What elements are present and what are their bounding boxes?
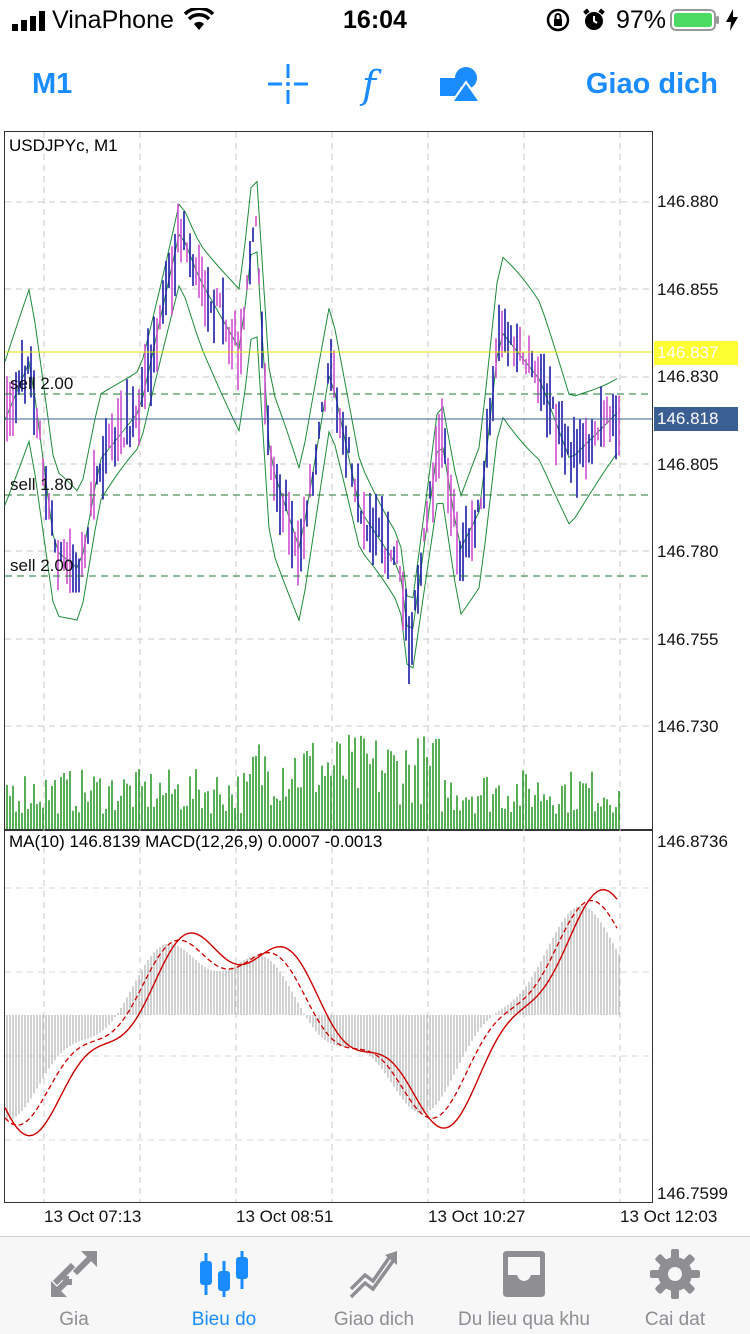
time-axis-label: 13 Oct 10:27 <box>428 1207 526 1226</box>
timeframe-button[interactable]: M1 <box>32 68 72 101</box>
chart-area[interactable]: USDJPYc, M1 146.880 146.855 146.830 146.… <box>0 130 750 1235</box>
quotes-arrows-icon <box>50 1250 98 1298</box>
crosshair-icon[interactable] <box>266 62 310 106</box>
tab-bar: Gia Bieu do Giao dich Du lieu qua khu Ca… <box>0 1236 750 1334</box>
price-chart[interactable] <box>0 130 750 1235</box>
trade-button[interactable]: Giao dich <box>586 68 718 101</box>
bollinger-upper-band <box>4 180 618 599</box>
tab-settings[interactable]: Cai dat <box>600 1237 750 1334</box>
tab-trade[interactable]: Giao dich <box>300 1237 448 1334</box>
chart-toolbar: M1 f Giao dich <box>0 52 750 118</box>
battery-percentage: 97% <box>616 6 667 34</box>
tab-label: Bieu do <box>191 1309 257 1330</box>
gear-icon <box>650 1249 700 1299</box>
price-axis-label: 146.755 <box>657 630 719 649</box>
charging-bolt-icon <box>726 9 738 31</box>
status-bar: VinaPhone 16:04 97% <box>0 0 750 40</box>
tab-label: Giao dich <box>333 1309 415 1330</box>
price-axis-label: 146.730 <box>657 717 719 736</box>
time-axis-label: 13 Oct 12:03 <box>620 1207 718 1226</box>
objects-icon[interactable] <box>438 62 482 106</box>
tab-history[interactable]: Du lieu qua khu <box>450 1237 598 1334</box>
alarm-icon <box>583 8 605 30</box>
price-axis-label: 146.855 <box>657 280 719 299</box>
trade-trend-icon <box>349 1251 397 1299</box>
svg-text:f: f <box>359 63 382 106</box>
tab-quotes[interactable]: Gia <box>0 1237 148 1334</box>
history-tray-icon <box>503 1251 545 1297</box>
tab-label: Du lieu qua khu <box>457 1309 591 1330</box>
symbol-label: USDJPYc, M1 <box>9 136 118 155</box>
indicator-scale-top: 146.8736 <box>657 832 728 851</box>
time-axis-label: 13 Oct 07:13 <box>44 1207 142 1226</box>
price-axis-label: 146.780 <box>657 542 719 561</box>
price-axis-label: 146.880 <box>657 192 719 211</box>
indicator-f-icon[interactable]: f <box>352 62 396 106</box>
battery-icon <box>670 9 719 31</box>
main-chart-frame <box>4 131 653 830</box>
time-axis-label: 13 Oct 08:51 <box>236 1207 334 1226</box>
tab-label: Gia <box>59 1309 89 1330</box>
order-label[interactable]: sell 2.00 <box>10 374 73 394</box>
order-label[interactable]: sell 1.80 <box>10 475 73 495</box>
macd-signal-line <box>4 900 618 1126</box>
order-label[interactable]: sell 2.00 <box>10 556 73 576</box>
price-axis-label: 146.830 <box>657 367 719 386</box>
indicator-label: MA(10) 146.8139 MACD(12,26,9) 0.0007 -0.… <box>9 832 383 851</box>
macd-main-line <box>4 889 618 1137</box>
tab-label: Cai dat <box>644 1309 706 1330</box>
tab-chart[interactable]: Bieu do <box>150 1237 298 1334</box>
bid-price-tag: 146.818 <box>654 407 738 431</box>
rotation-lock-icon <box>546 8 570 32</box>
ask-price-tag: 146.837 <box>654 341 738 365</box>
bollinger-middle-band <box>4 233 618 629</box>
price-axis-label: 146.805 <box>657 455 719 474</box>
indicator-scale-bottom: 146.7599 <box>657 1184 728 1203</box>
candlestick-icon <box>200 1251 248 1297</box>
